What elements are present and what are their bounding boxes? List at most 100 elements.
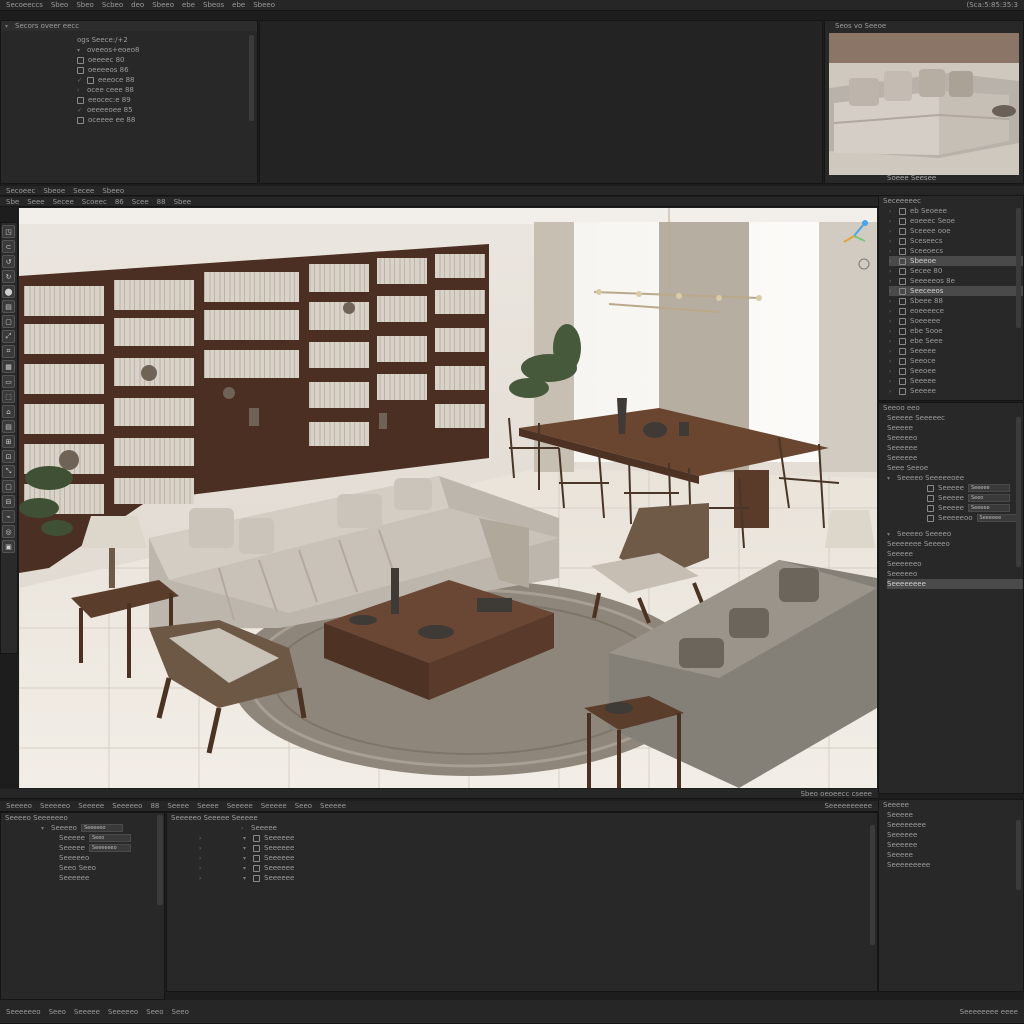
property-row[interactable]: Seeeee Seeeeec	[887, 413, 1023, 423]
list-item[interactable]: Seeeee	[887, 810, 1023, 820]
select-box-icon[interactable]: ◳	[2, 225, 15, 238]
chevron-right-icon[interactable]: ›	[889, 378, 895, 385]
add-icon[interactable]: ⊞	[2, 435, 15, 448]
box-icon[interactable]: ⬚	[2, 390, 15, 403]
menu-item[interactable]: Sbeoe	[43, 187, 65, 195]
chevron-right-icon[interactable]: ›	[889, 368, 895, 375]
outliner-item[interactable]: › eoeeec Seoe	[889, 216, 1023, 226]
list-icon[interactable]: ▤	[2, 420, 15, 433]
chevron-right-icon[interactable]: ›	[889, 288, 895, 295]
chevron-right-icon[interactable]: ›	[889, 338, 895, 345]
property-row[interactable]: Seeeeeeee	[887, 579, 1023, 589]
timeline-item[interactable]: Seeo	[295, 802, 312, 810]
chevron-right-icon[interactable]: ›	[889, 388, 895, 395]
outliner-item[interactable]: › Seeeee	[889, 386, 1023, 396]
menu-item[interactable]: Sbeo	[51, 1, 68, 9]
wave-icon[interactable]: ⌁	[2, 510, 15, 523]
outliner-item[interactable]: › Sceseecs	[889, 236, 1023, 246]
property-row[interactable]: Seeeeeeo	[887, 559, 1023, 569]
node-row[interactable]: › ▾ Seeeeee	[199, 833, 877, 843]
list-item[interactable]: Seeeeee	[887, 830, 1023, 840]
chevron-right-icon[interactable]: ›	[889, 318, 895, 325]
attr-field[interactable]: Seeo	[88, 834, 131, 842]
timeline-item[interactable]: Seeeee	[261, 802, 287, 810]
timeline-item[interactable]: Seeeeeo	[112, 802, 142, 810]
scrollbar[interactable]	[1016, 417, 1021, 567]
plane-icon[interactable]: ▭	[2, 375, 15, 388]
timeline-item[interactable]: Seeeee	[320, 802, 346, 810]
attr-row[interactable]: Seeeeeo	[41, 853, 164, 863]
toolbar-item[interactable]: 86	[115, 198, 124, 206]
node-row[interactable]: › Seeeee	[199, 823, 877, 833]
menu-item[interactable]: ebe	[182, 1, 195, 9]
timeline-item[interactable]: Seeeeeo	[40, 802, 70, 810]
rotate-right-icon[interactable]: ↻	[2, 270, 15, 283]
frame-icon[interactable]: ▢	[2, 315, 15, 328]
outliner-item[interactable]: › Sceeee ooe	[889, 226, 1023, 236]
list-item[interactable]: Seeeeeeee	[887, 820, 1023, 830]
menu-item[interactable]: Secoeeccs	[6, 1, 43, 9]
property-row[interactable]: Seeeeeo	[887, 569, 1023, 579]
outliner-item[interactable]: › Sbeee 88	[889, 296, 1023, 306]
minus-box-icon[interactable]: ⊟	[2, 495, 15, 508]
outliner-item[interactable]: › Seeeee	[889, 346, 1023, 356]
outliner-item[interactable]: › Seeeee	[889, 376, 1023, 386]
chevron-right-icon[interactable]: ›	[889, 278, 895, 285]
timeline-item[interactable]: Seeeeo	[6, 802, 32, 810]
outliner-item[interactable]: › Secee 80	[889, 266, 1023, 276]
property-row[interactable]: Seeeee	[887, 549, 1023, 559]
field-input[interactable]: Seeeee	[967, 484, 1010, 492]
menu-item[interactable]: Secee	[73, 187, 94, 195]
footer-item[interactable]: Seeo	[146, 1008, 163, 1016]
menu-item[interactable]: Sbeos	[203, 1, 224, 9]
node-row[interactable]: › ▾ Seeeeee	[199, 873, 877, 883]
tree-item[interactable]: › ocee ceee 88	[77, 85, 257, 95]
chevron-right-icon[interactable]: ›	[889, 248, 895, 255]
timeline-item[interactable]: 88	[150, 802, 159, 810]
tree-item[interactable]: oeeeec 80	[77, 55, 257, 65]
outliner-item[interactable]: › Soeeeee	[889, 316, 1023, 326]
list-item[interactable]: Seeeee	[887, 850, 1023, 860]
menu-item[interactable]: Sbeo	[76, 1, 93, 9]
viewport-render[interactable]	[19, 208, 877, 788]
tree-item[interactable]: ✓ oeeeeoee 85	[77, 105, 257, 115]
property-row[interactable]: Seeeeeo	[887, 433, 1023, 443]
toolbar-item[interactable]: Scee	[132, 198, 149, 206]
toolbar-item[interactable]: Sbee	[174, 198, 192, 206]
footer-item[interactable]: Seeeeeeo	[6, 1008, 41, 1016]
property-row[interactable]: Seeeeee	[887, 443, 1023, 453]
field-input[interactable]: Seeeeee	[976, 514, 1019, 522]
snap-icon[interactable]: ⊡	[2, 450, 15, 463]
footer-item[interactable]: Seeeeeo	[108, 1008, 138, 1016]
toolbar-item[interactable]: Scoeec	[82, 198, 107, 206]
chevron-right-icon[interactable]: ›	[889, 268, 895, 275]
attr-row[interactable]: Seeo Seeo	[41, 863, 164, 873]
tree-item[interactable]: oeeeeos 86	[77, 65, 257, 75]
node-row[interactable]: › ▾ Seeeeee	[199, 853, 877, 863]
outliner-item[interactable]: › Seeoee	[889, 366, 1023, 376]
property-row[interactable]: Seeeeeee Seeeeo	[887, 539, 1023, 549]
scrollbar[interactable]	[1016, 820, 1021, 890]
menu-item[interactable]: Sbeeo	[102, 187, 124, 195]
target-icon[interactable]: ◎	[2, 525, 15, 538]
scrollbar[interactable]	[249, 35, 254, 121]
toolbar-item[interactable]: 88	[157, 198, 166, 206]
scrollbar[interactable]	[1016, 208, 1021, 328]
toolbar-item[interactable]: Sbe	[6, 198, 19, 206]
tree-item[interactable]: oceeee ee 88	[77, 115, 257, 125]
chevron-right-icon[interactable]: ›	[889, 208, 895, 215]
collapse-icon[interactable]: ▾	[5, 23, 11, 30]
grid-icon[interactable]: ⌗	[2, 345, 15, 358]
toolbar-item[interactable]: Seee	[27, 198, 44, 206]
chevron-right-icon[interactable]: ›	[889, 358, 895, 365]
outliner-item[interactable]: › Seeeeeos 8e	[889, 276, 1023, 286]
outliner-item[interactable]: › ebe Seee	[889, 336, 1023, 346]
attr-field[interactable]: Seeeeeeo	[88, 844, 131, 852]
footer-item[interactable]: Seeo	[49, 1008, 66, 1016]
tree-item[interactable]: ✓ eeeoce 88	[77, 75, 257, 85]
outliner-item[interactable]: › Seeoce	[889, 356, 1023, 366]
node-row[interactable]: › ▾ Seeeeee	[199, 863, 877, 873]
sphere-icon[interactable]: ⬤	[2, 285, 15, 298]
section-header[interactable]: ▾ Seeeeo Seeeeo	[887, 529, 1023, 539]
chevron-right-icon[interactable]: ›	[889, 228, 895, 235]
